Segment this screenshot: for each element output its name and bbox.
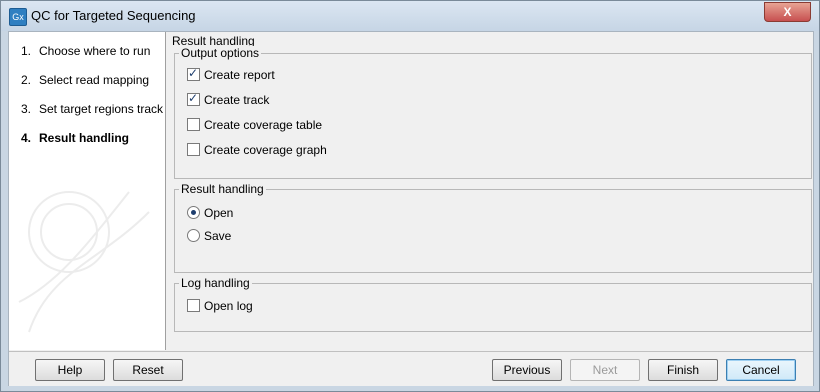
log-handling-group: Log handling Open log	[174, 276, 812, 332]
help-button[interactable]: Help	[35, 359, 105, 381]
step-select-read-mapping: 2. Select read mapping	[21, 73, 149, 87]
step-choose-where-to-run: 1. Choose where to run	[21, 44, 150, 58]
wizard-steps-panel: 1. Choose where to run 2. Select read mapp…	[9, 32, 166, 350]
step-label: Select read mapping	[39, 73, 150, 87]
window-title: QC for Targeted Sequencing	[31, 8, 196, 23]
option-label: Open	[204, 206, 234, 220]
checkbox-unchecked-icon[interactable]	[187, 118, 200, 131]
previous-button[interactable]: Previous	[492, 359, 562, 381]
app-icon: Gx	[9, 8, 27, 26]
option-label: Create coverage table	[204, 118, 323, 132]
reset-button[interactable]: Reset	[113, 359, 183, 381]
option-label: Create track	[204, 93, 270, 107]
checkbox-checked-icon[interactable]	[187, 66, 200, 81]
step-result-handling: 4. Result handling	[21, 131, 129, 145]
next-button[interactable]: Next	[570, 359, 640, 381]
radio-selected-icon[interactable]	[187, 206, 200, 219]
radio-unselected-icon[interactable]	[187, 229, 200, 242]
cancel-button[interactable]: Cancel	[726, 359, 796, 381]
group-title: Result handling	[179, 182, 266, 196]
dialog-body: 1. Choose where to run 2. Select read mapp…	[8, 31, 814, 386]
save-radio[interactable]: Save	[187, 229, 231, 243]
result-handling-page: Result handling Output options Create re…	[171, 32, 813, 350]
result-handling-group: Result handling Open Save	[174, 182, 812, 273]
open-radio[interactable]: Open	[187, 206, 233, 220]
finish-button[interactable]: Finish	[648, 359, 718, 381]
step-number: 4.	[21, 131, 32, 145]
dialog-window: Gx QC for Targeted Sequencing X 1. Choose…	[0, 0, 820, 392]
title-bar[interactable]: Gx QC for Targeted Sequencing X	[1, 1, 819, 31]
create-coverage-graph-checkbox[interactable]: Create coverage graph	[187, 143, 327, 157]
option-label: Create report	[204, 68, 275, 82]
binary-watermark-graphic	[18, 191, 150, 333]
step-number: 2.	[21, 73, 32, 87]
step-number: 3.	[21, 102, 32, 116]
open-log-checkbox[interactable]: Open log	[187, 299, 253, 313]
button-bar: Help Reset Previous Next Finish Cancel	[9, 351, 813, 386]
close-button[interactable]: X	[764, 2, 811, 22]
checkbox-checked-icon[interactable]	[187, 91, 200, 106]
option-label: Open log	[204, 299, 253, 313]
create-report-checkbox[interactable]: Create report	[187, 66, 275, 82]
create-coverage-table-checkbox[interactable]: Create coverage table	[187, 118, 322, 132]
option-label: Create coverage graph	[204, 143, 327, 157]
create-track-checkbox[interactable]: Create track	[187, 91, 270, 107]
option-label: Save	[204, 229, 232, 243]
checkbox-unchecked-icon[interactable]	[187, 299, 200, 312]
checkbox-unchecked-icon[interactable]	[187, 143, 200, 156]
step-label: Set target regions track	[39, 102, 164, 116]
step-set-target-regions-track: 3. Set target regions track	[21, 102, 163, 116]
step-label: Choose where to run	[39, 44, 151, 58]
group-title: Output options	[179, 46, 262, 60]
output-options-group: Output options Create report Create trac…	[174, 46, 812, 179]
step-label: Result handling	[39, 131, 129, 145]
group-title: Log handling	[179, 276, 252, 290]
step-number: 1.	[21, 44, 32, 58]
